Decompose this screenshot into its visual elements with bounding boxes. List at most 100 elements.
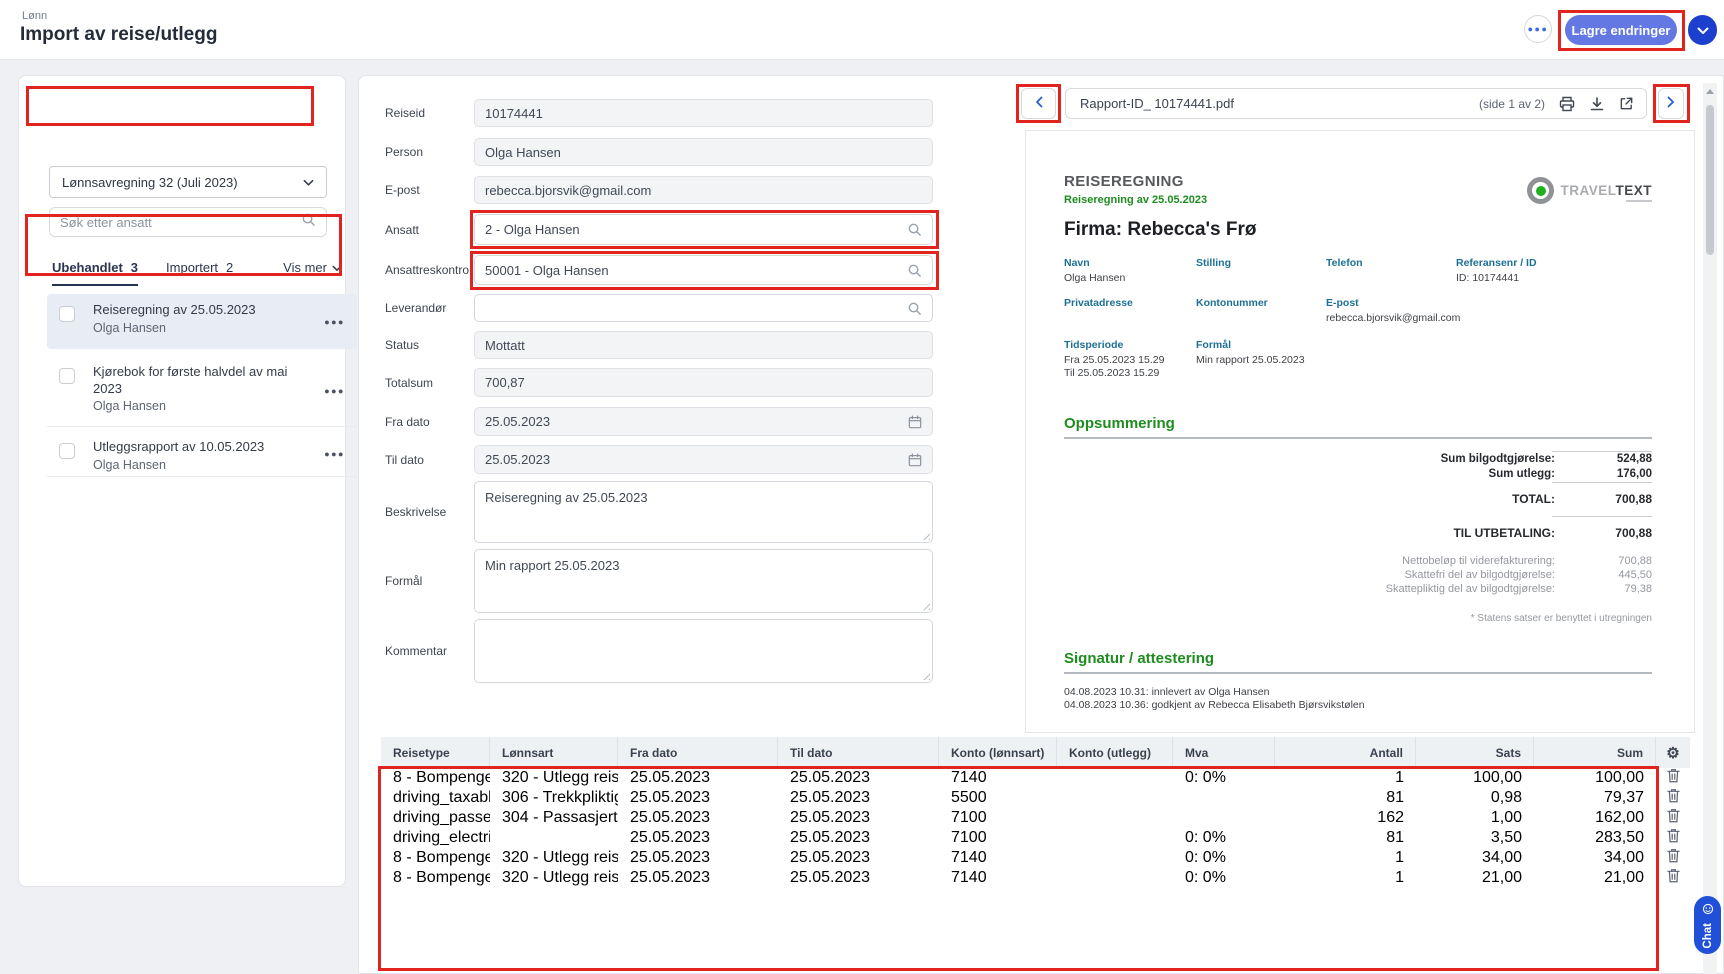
scroll-up-icon[interactable] — [1706, 89, 1714, 94]
table-cell[interactable] — [1057, 868, 1173, 888]
table-cell[interactable]: 34,00 — [1534, 848, 1656, 868]
table-cell[interactable]: 0,98 — [1416, 788, 1534, 808]
employee-search-input[interactable] — [60, 215, 301, 230]
table-cell[interactable]: 7100 — [939, 808, 1057, 828]
item-menu-button[interactable]: ●●● — [324, 449, 345, 459]
table-cell[interactable]: 25.05.2023 — [778, 788, 939, 808]
field-ansattreskontro[interactable]: 50001 - Olga Hansen — [474, 255, 933, 285]
pdf-prev-page-button[interactable] — [1021, 88, 1056, 119]
table-cell[interactable]: 8 - Bompenger — [381, 848, 490, 868]
table-cell[interactable]: driving_passeng — [381, 808, 490, 828]
list-item[interactable]: Utleggsrapport av 10.05.2023Olga Hansen●… — [47, 431, 357, 477]
table-cell[interactable]: 0: 0% — [1173, 768, 1275, 788]
trash-icon[interactable] — [1667, 848, 1680, 868]
report-checkbox[interactable] — [59, 443, 75, 459]
table-cell[interactable]: 5500 — [939, 788, 1057, 808]
trash-icon[interactable] — [1667, 868, 1680, 888]
field-beskrivelse[interactable]: Reiseregning av 25.05.2023 — [474, 481, 933, 543]
table-cell[interactable]: 0: 0% — [1173, 828, 1275, 848]
table-cell[interactable]: 3,50 — [1416, 828, 1534, 848]
table-row[interactable]: driving_taxable_306 - Trekkpliktig25.05.… — [381, 788, 1690, 808]
table-row[interactable]: 8 - Bompenger320 - Utlegg reise25.05.202… — [381, 868, 1690, 888]
print-icon[interactable] — [1559, 96, 1575, 112]
search-icon[interactable] — [907, 222, 922, 237]
table-cell[interactable]: 1,00 — [1416, 808, 1534, 828]
item-menu-button[interactable]: ●●● — [324, 317, 345, 327]
trash-icon[interactable] — [1667, 788, 1680, 808]
table-cell[interactable]: 162 — [1275, 808, 1416, 828]
gear-icon[interactable]: ⚙ — [1666, 744, 1679, 762]
table-cell[interactable]: 1 — [1275, 868, 1416, 888]
save-button[interactable]: Lagre endringer — [1565, 15, 1677, 45]
table-cell[interactable]: 25.05.2023 — [618, 808, 778, 828]
table-row[interactable]: 8 - Bompenger320 - Utlegg reise25.05.202… — [381, 848, 1690, 868]
table-cell[interactable]: 100,00 — [1534, 768, 1656, 788]
table-cell[interactable]: 7140 — [939, 768, 1057, 788]
open-external-icon[interactable] — [1619, 96, 1634, 111]
table-cell[interactable]: 8 - Bompenger — [381, 868, 490, 888]
table-cell[interactable]: 25.05.2023 — [778, 768, 939, 788]
table-cell[interactable]: 25.05.2023 — [618, 768, 778, 788]
table-cell[interactable]: 100,00 — [1416, 768, 1534, 788]
table-cell[interactable]: 7100 — [939, 828, 1057, 848]
table-cell[interactable]: 81 — [1275, 828, 1416, 848]
table-cell[interactable]: 25.05.2023 — [618, 828, 778, 848]
calendar-icon[interactable] — [908, 453, 922, 467]
table-cell[interactable]: 0: 0% — [1173, 868, 1275, 888]
table-cell[interactable] — [1173, 788, 1275, 808]
report-checkbox[interactable] — [59, 306, 75, 322]
table-cell[interactable]: 283,50 — [1534, 828, 1656, 848]
field-kommentar[interactable] — [474, 619, 933, 683]
table-cell[interactable]: 25.05.2023 — [618, 788, 778, 808]
field-til-dato[interactable]: 25.05.2023 — [474, 445, 933, 474]
table-cell[interactable]: 320 - Utlegg reise — [490, 868, 618, 888]
table-cell[interactable]: 21,00 — [1416, 868, 1534, 888]
search-icon[interactable] — [907, 301, 922, 316]
table-cell[interactable]: 320 - Utlegg reise — [490, 768, 618, 788]
scrollbar-thumb[interactable] — [1706, 105, 1714, 255]
field-ansatt[interactable]: 2 - Olga Hansen — [474, 214, 933, 245]
table-cell[interactable]: driving_taxable_ — [381, 788, 490, 808]
more-actions-button[interactable]: ●●● — [1524, 15, 1552, 43]
field-form-l[interactable]: Min rapport 25.05.2023 — [474, 549, 933, 613]
table-cell[interactable]: 25.05.2023 — [778, 848, 939, 868]
download-icon[interactable] — [1589, 96, 1605, 112]
field-fra-dato[interactable]: 25.05.2023 — [474, 407, 933, 436]
table-cell[interactable]: 8 - Bompenger — [381, 768, 490, 788]
table-cell[interactable] — [1173, 808, 1275, 828]
table-cell[interactable]: driving_electricc — [381, 828, 490, 848]
table-cell[interactable]: 81 — [1275, 788, 1416, 808]
table-cell[interactable]: 306 - Trekkpliktig — [490, 788, 618, 808]
table-cell[interactable]: 320 - Utlegg reise — [490, 848, 618, 868]
tab-ubehandlet[interactable]: Ubehandlet3 — [52, 260, 138, 286]
table-cell[interactable]: 25.05.2023 — [778, 868, 939, 888]
payroll-period-select[interactable]: Lønnsavregning 32 (Juli 2023) — [49, 166, 327, 198]
table-cell[interactable]: 162,00 — [1534, 808, 1656, 828]
table-cell[interactable]: 0: 0% — [1173, 848, 1275, 868]
table-cell[interactable] — [1057, 768, 1173, 788]
table-cell[interactable] — [1057, 828, 1173, 848]
table-cell[interactable]: 79,37 — [1534, 788, 1656, 808]
table-cell[interactable]: 7140 — [939, 868, 1057, 888]
chat-button[interactable]: Chat — [1694, 896, 1721, 954]
table-cell[interactable]: 21,00 — [1534, 868, 1656, 888]
table-cell[interactable]: 25.05.2023 — [778, 828, 939, 848]
table-cell[interactable]: 1 — [1275, 768, 1416, 788]
table-cell[interactable] — [1057, 848, 1173, 868]
item-menu-button[interactable]: ●●● — [324, 386, 345, 396]
field-leverand-r[interactable] — [474, 294, 933, 322]
calendar-icon[interactable] — [908, 415, 922, 429]
tab-vis-mer[interactable]: Vis mer — [283, 260, 342, 275]
table-cell[interactable]: 25.05.2023 — [618, 848, 778, 868]
table-row[interactable]: driving_passeng304 - Passasjertil25.05.2… — [381, 808, 1690, 828]
tab-importert[interactable]: Importert2 — [166, 260, 233, 284]
table-cell[interactable] — [1057, 808, 1173, 828]
pdf-next-page-button[interactable] — [1658, 88, 1684, 119]
table-cell[interactable]: 34,00 — [1416, 848, 1534, 868]
trash-icon[interactable] — [1667, 828, 1680, 848]
table-cell[interactable]: 25.05.2023 — [618, 868, 778, 888]
table-cell[interactable]: 7140 — [939, 848, 1057, 868]
table-row[interactable]: 8 - Bompenger320 - Utlegg reise25.05.202… — [381, 768, 1690, 788]
trash-icon[interactable] — [1667, 808, 1680, 828]
table-row[interactable]: driving_electricc25.05.202325.05.2023710… — [381, 828, 1690, 848]
